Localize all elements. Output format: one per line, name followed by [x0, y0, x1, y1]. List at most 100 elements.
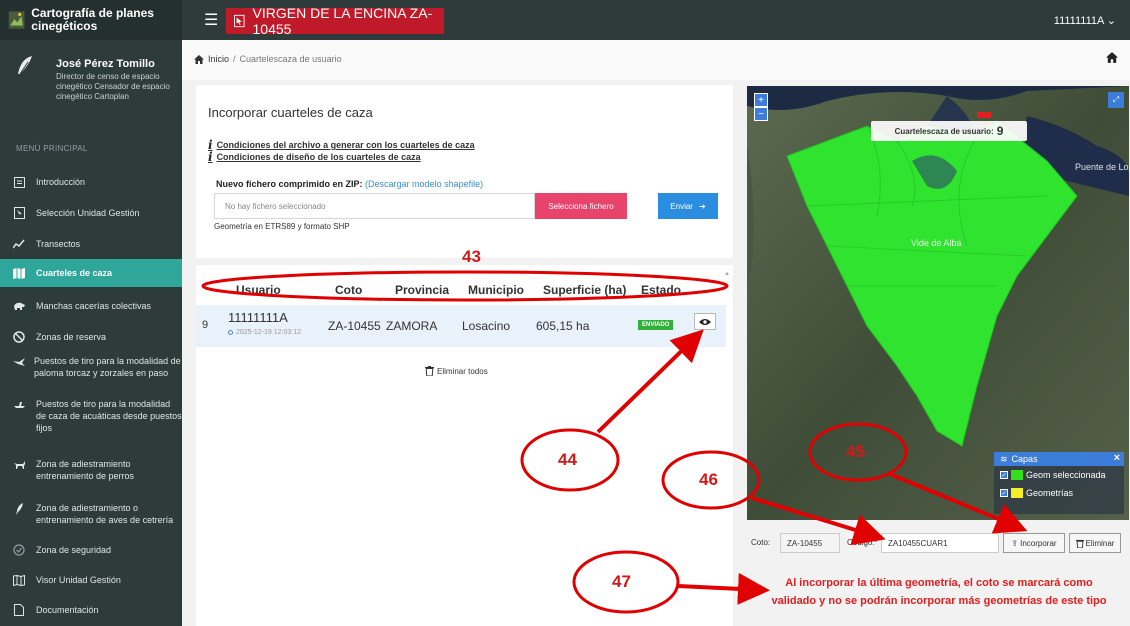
zoom-out-button[interactable]: − [754, 107, 768, 121]
duck-icon [12, 398, 26, 412]
geometry-form: Coto: ZA-10455 Código:* ZA10455CUAR1 ⇪ I… [747, 530, 1129, 558]
sidebar-item-puestos-acuaticas[interactable]: Puestos de tiro para la modalidad de caz… [0, 398, 182, 440]
panel-title: Incorporar cuarteles de caza [208, 105, 373, 120]
arrow-right-icon: ➔ [698, 201, 706, 211]
sidebar-item-adiestramiento-aves[interactable]: Zona de adiestramiento o entrenamiento d… [0, 502, 182, 532]
sidebar-item-label: Transectos [36, 239, 81, 249]
status-badge: ENVIADO [638, 320, 674, 330]
map-viewer-icon [12, 573, 26, 587]
zip-label: Nuevo fichero comprimido en ZIP: (Descar… [216, 179, 483, 189]
column-header[interactable]: Provincia [395, 283, 449, 297]
sidebar-item-label: Puestos de tiro para la modalidad de caz… [36, 399, 182, 433]
feather-icon [12, 502, 26, 516]
sidebar-item-seleccion-unidad[interactable]: Selección Unidad Gestión [0, 201, 182, 225]
home-icon [194, 54, 204, 64]
view-button[interactable] [694, 313, 716, 330]
map-count-value: 9 [996, 124, 1004, 138]
file-input[interactable]: No hay fichero seleccionado [214, 193, 535, 219]
app-title: Cartografía de planes cinegéticos [31, 6, 154, 33]
row-superficie: 605,15 ha [536, 319, 590, 333]
sidebar-item-visor-unidad[interactable]: Visor Unidad Gestión [0, 568, 182, 592]
incorporar-button[interactable]: ⇪ Incorporar [1003, 533, 1065, 553]
sidebar-item-adiestramiento-perros[interactable]: Zona de adiestramiento entrenamiento de … [0, 458, 182, 488]
profile-roles: Director de censo de espacio cinegético … [56, 72, 170, 101]
management-unit-label: VIRGEN DE LA ENCINA ZA-10455 [252, 5, 433, 37]
coto-field: ZA-10455 [780, 533, 840, 553]
fullscreen-button[interactable]: ⤢ [1108, 92, 1124, 108]
sidebar-item-transectos[interactable]: Transectos [0, 232, 182, 256]
layer-label: Geom seleccionada [1026, 470, 1106, 480]
scroll-up-icon[interactable]: ▲ [724, 271, 730, 277]
boar-icon [12, 299, 26, 313]
row-coto: ZA-10455 [328, 319, 381, 333]
sidebar-item-label: Zona de seguridad [36, 545, 112, 555]
sidebar: José Pérez Tomillo Director de censo de … [0, 40, 182, 626]
sidebar-item-label: Zonas de reserva [36, 332, 107, 342]
zoom-in-button[interactable]: + [754, 93, 768, 107]
row-provincia: ZAMORA [386, 319, 438, 333]
sidebar-item-documentacion[interactable]: Documentación [0, 598, 182, 622]
brand[interactable]: Cartografía de planes cinegéticos [0, 0, 182, 40]
annotation-label: 45 [846, 442, 865, 461]
annotation-label: 47 [612, 572, 631, 591]
download-model-link[interactable]: (Descargar modelo shapefile) [365, 179, 483, 189]
breadcrumb-current: Cuartelescaza de usuario [239, 54, 342, 64]
sidebar-item-label: Documentación [36, 605, 99, 615]
layers-icon: ≋ [1000, 453, 1008, 464]
checkbox-checked-icon[interactable]: ✓ [1000, 489, 1008, 497]
map-count-text: Cuartelescaza de usuario: [894, 126, 994, 136]
sidebar-item-cuarteles-caza[interactable]: Cuarteles de caza [0, 259, 182, 287]
layers-control[interactable]: ≋ Capas × ✓ Geom seleccionada ✓ Geometrí… [994, 452, 1124, 514]
eliminar-button[interactable]: Eliminar [1069, 533, 1121, 553]
menu-title: MENÚ PRINCIPAL [16, 144, 88, 153]
avatar [18, 56, 32, 75]
delete-all-button[interactable]: Eliminar todos [425, 366, 488, 376]
column-header[interactable]: Coto [335, 283, 362, 297]
hamburger-menu-icon[interactable]: ☰ [204, 10, 218, 30]
sidebar-item-label: Visor Unidad Gestión [36, 575, 121, 585]
sidebar-item-label: Introducción [36, 177, 86, 187]
column-header[interactable]: Estado [641, 283, 681, 297]
send-button-label: Enviar [670, 201, 693, 211]
eliminar-label: Eliminar [1085, 538, 1115, 548]
send-button[interactable]: Enviar ➔ [658, 193, 718, 219]
select-file-button[interactable]: Selecciona fichero [535, 193, 627, 219]
layer-item[interactable]: ✓ Geometrías [994, 484, 1124, 502]
layer-swatch [1011, 488, 1023, 498]
sidebar-item-introduccion[interactable]: Introducción [0, 170, 182, 194]
map-icon [12, 266, 26, 280]
layer-item[interactable]: ✓ Geom seleccionada [994, 466, 1124, 484]
sidebar-item-label: Cuarteles de caza [36, 268, 113, 278]
column-header[interactable]: Superficie (ha) [543, 283, 626, 297]
sidebar-item-manchas[interactable]: Manchas cacerías colectivas [0, 294, 182, 318]
bird-icon [12, 355, 26, 369]
design-conditions-link[interactable]: i Condiciones de diseño de los cuarteles… [208, 150, 421, 164]
close-icon[interactable]: × [1114, 452, 1120, 464]
layers-header: ≋ Capas [994, 452, 1124, 466]
column-header[interactable]: Usuario [236, 283, 281, 297]
check-circle-icon [12, 543, 26, 557]
sidebar-item-puestos-paloma[interactable]: Puestos de tiro para la modalidad de pal… [0, 355, 182, 385]
code-input[interactable]: ZA10455CUAR1 [881, 533, 999, 553]
layer-label: Geometrías [1026, 488, 1074, 498]
checkbox-checked-icon[interactable]: ✓ [1000, 471, 1008, 479]
design-conditions-label: Condiciones de diseño de los cuarteles d… [216, 152, 421, 162]
table-header: Usuario Coto Provincia Municipio Superfi… [202, 275, 727, 305]
home-shortcut-icon[interactable] [1106, 52, 1118, 63]
annotation-label: 46 [699, 470, 718, 489]
incorporar-panel: Incorporar cuarteles de caza i Condicion… [196, 85, 733, 258]
sidebar-item-label: Zona de adiestramiento o entrenamiento d… [36, 503, 174, 525]
column-header[interactable]: Municipio [468, 283, 524, 297]
file-conditions-label: Condiciones del archivo a generar con lo… [216, 140, 475, 150]
sidebar-item-zonas-reserva[interactable]: Zonas de reserva [0, 325, 182, 349]
top-bar: Cartografía de planes cinegéticos ☰ VIRG… [0, 0, 1130, 40]
management-unit-tag[interactable]: VIRGEN DE LA ENCINA ZA-10455 [226, 5, 444, 37]
sidebar-item-zona-seguridad[interactable]: Zona de seguridad [0, 538, 182, 562]
delete-all-label: Eliminar todos [437, 366, 488, 376]
user-menu[interactable]: 11111111A ⌄ [1054, 14, 1116, 27]
validation-warning: Al incorporar la última geometría, el co… [771, 577, 1107, 607]
table-row[interactable]: 9 11111111A 2025-12-19 12:03:12 ZA-10455… [196, 305, 726, 347]
breadcrumb-home[interactable]: Inicio [208, 54, 229, 64]
place-label: Puente de Lo [1075, 162, 1129, 172]
cuarteles-table-panel: Usuario Coto Provincia Municipio Superfi… [196, 265, 733, 626]
